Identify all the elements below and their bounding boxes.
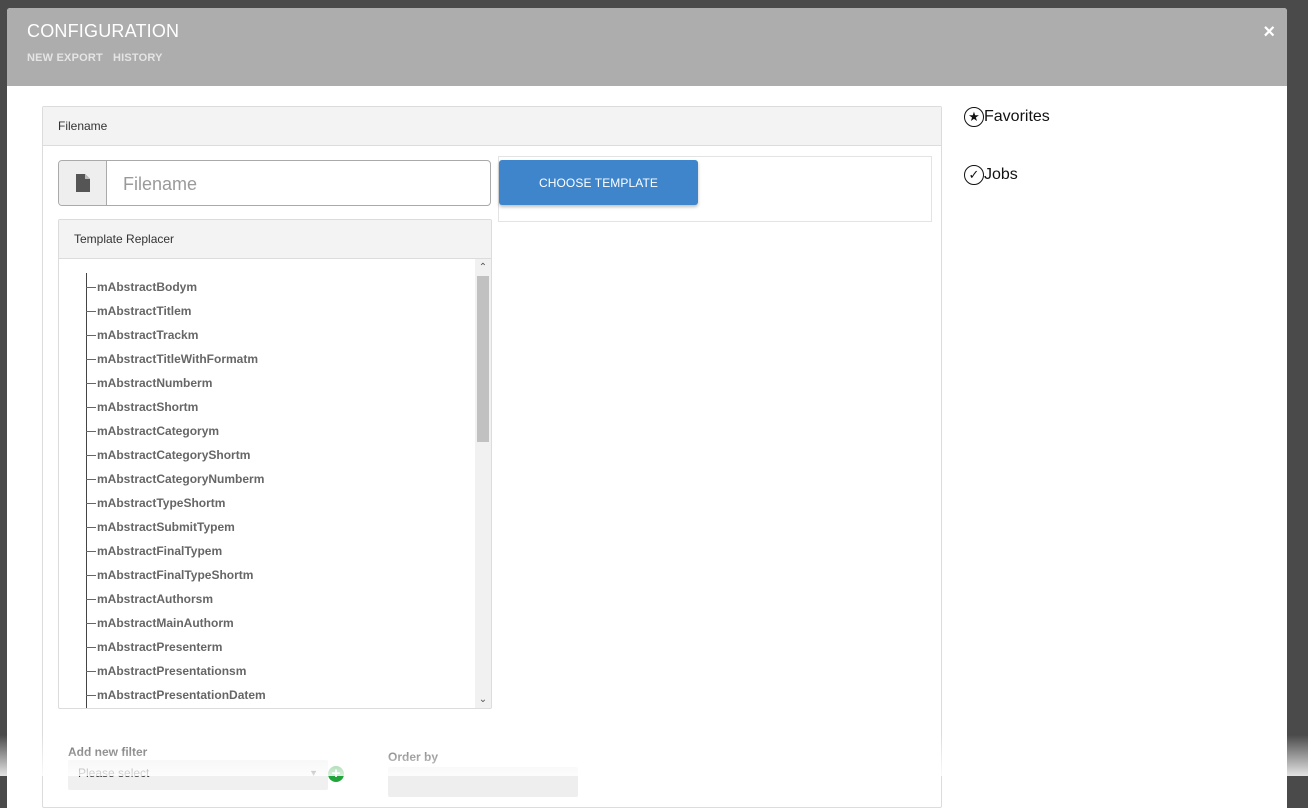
jobs-label: Jobs (984, 166, 1018, 183)
order-by-label: Order by (388, 750, 439, 764)
template-box: CHOOSE TEMPLATE (498, 156, 932, 222)
tree-item[interactable]: mAbstractPresenterm (86, 635, 222, 659)
jobs-link[interactable]: ✓ Jobs (964, 165, 1018, 185)
tree-item[interactable]: mAbstractBodym (86, 275, 197, 299)
tree-item-label: mAbstractTitleWithFormatm (97, 352, 259, 366)
scroll-down-icon[interactable]: ⌄ (475, 693, 491, 707)
tree-item-label: mAbstractShortm (97, 400, 199, 414)
add-filter-label: Add new filter (68, 745, 148, 759)
filename-panel: Filename CHOOSE TEMPLATE Template Replac… (42, 106, 942, 808)
tree-item[interactable]: mAbstractPresentationsm (86, 659, 246, 683)
tree-item[interactable]: mAbstractCategorym (86, 419, 219, 443)
tree-item[interactable]: mAbstractFinalTypem (86, 539, 222, 563)
tree-item[interactable]: mAbstractTypeShortm (86, 491, 225, 515)
tree-item-label: mAbstractMainAuthorm (97, 616, 234, 630)
favorites-link[interactable]: ★ Favorites (964, 107, 1050, 127)
tree-item[interactable]: mAbstractFinalTypeShortm (86, 563, 253, 587)
tree-item-label: mAbstractTypeShortm (97, 496, 226, 510)
filename-input[interactable] (107, 161, 490, 205)
template-replacer-tree[interactable]: mAbstractBodym mAbstractTitlem mAbstract… (59, 259, 475, 708)
configuration-modal: CONFIGURATION NEW EXPORT HISTORY × Filen… (7, 8, 1287, 808)
tree-item-label: mAbstractCategoryNumberm (97, 472, 265, 486)
file-icon (59, 161, 107, 205)
close-icon[interactable]: × (1263, 21, 1275, 44)
filter-select-value: Please select (78, 766, 150, 780)
tree-item-label: mAbstractFinalTypem (97, 544, 223, 558)
tree-item[interactable]: mAbstractSubmitTypem (86, 515, 235, 539)
tree-item[interactable]: mAbstractCategoryShortm (86, 443, 250, 467)
tree-item[interactable]: mAbstractCategoryNumberm (86, 467, 264, 491)
tree-item[interactable]: mAbstractShortm (86, 395, 198, 419)
order-by-select[interactable] (388, 767, 578, 797)
tree-item-label: mAbstractNumberm (97, 376, 213, 390)
tab-new-export[interactable]: NEW EXPORT (27, 52, 103, 64)
checkmark-icon: ✓ (964, 165, 984, 185)
filename-input-group (58, 160, 491, 206)
tree-item[interactable]: mAbstractPresentationDatem (86, 683, 266, 707)
tree-item-label: mAbstractFinalTypeShortm (97, 568, 254, 582)
tree-item-label: mAbstractPresentationsm (97, 664, 247, 678)
tree-item[interactable]: mAbstractTitleWithFormatm (86, 347, 258, 371)
tree-item[interactable]: mAbstractTitlem (86, 299, 191, 323)
tree-item-label: mAbstractBodym (97, 280, 198, 294)
filter-select[interactable]: Please select ▼ (68, 760, 328, 790)
tree-item[interactable]: mAbstractAuthorsm (86, 587, 213, 611)
template-replacer-heading: Template Replacer (59, 220, 491, 259)
tree-item-label: mAbstractTitlem (97, 304, 192, 318)
filename-panel-heading: Filename (43, 107, 941, 146)
tree-item-label: mAbstractCategoryShortm (97, 448, 251, 462)
tree-item-label: mAbstractAuthorsm (97, 592, 214, 606)
template-replacer-panel: Template Replacer mAbstractBodym mAbstra… (58, 219, 492, 709)
tree-item[interactable]: mAbstractMainAuthorm (86, 611, 234, 635)
tree-item-label: mAbstractTrackm (97, 328, 199, 342)
tree-item-label: mAbstractPresentationDatem (97, 688, 266, 702)
tree-item-label: mAbstractPresenterm (97, 640, 223, 654)
star-icon: ★ (964, 107, 984, 127)
tree-item[interactable]: mAbstractNumberm (86, 371, 212, 395)
modal-title: CONFIGURATION (27, 21, 180, 41)
tree-item-label: mAbstractCategorym (97, 424, 220, 438)
tab-history[interactable]: HISTORY (113, 52, 163, 64)
tree-item[interactable]: mAbstractTrackm (86, 323, 198, 347)
scroll-thumb[interactable] (477, 276, 489, 442)
tree-item-label: mAbstractSubmitTypem (97, 520, 235, 534)
scroll-up-icon[interactable]: ⌃ (475, 261, 491, 275)
favorites-label: Favorites (984, 108, 1050, 125)
modal-header: CONFIGURATION NEW EXPORT HISTORY × (7, 8, 1287, 86)
chevron-down-icon: ▼ (309, 768, 318, 778)
tree-scrollbar[interactable]: ⌃ ⌄ (475, 259, 491, 708)
add-filter-button[interactable]: + (328, 766, 344, 782)
choose-template-button[interactable]: CHOOSE TEMPLATE (499, 160, 698, 205)
